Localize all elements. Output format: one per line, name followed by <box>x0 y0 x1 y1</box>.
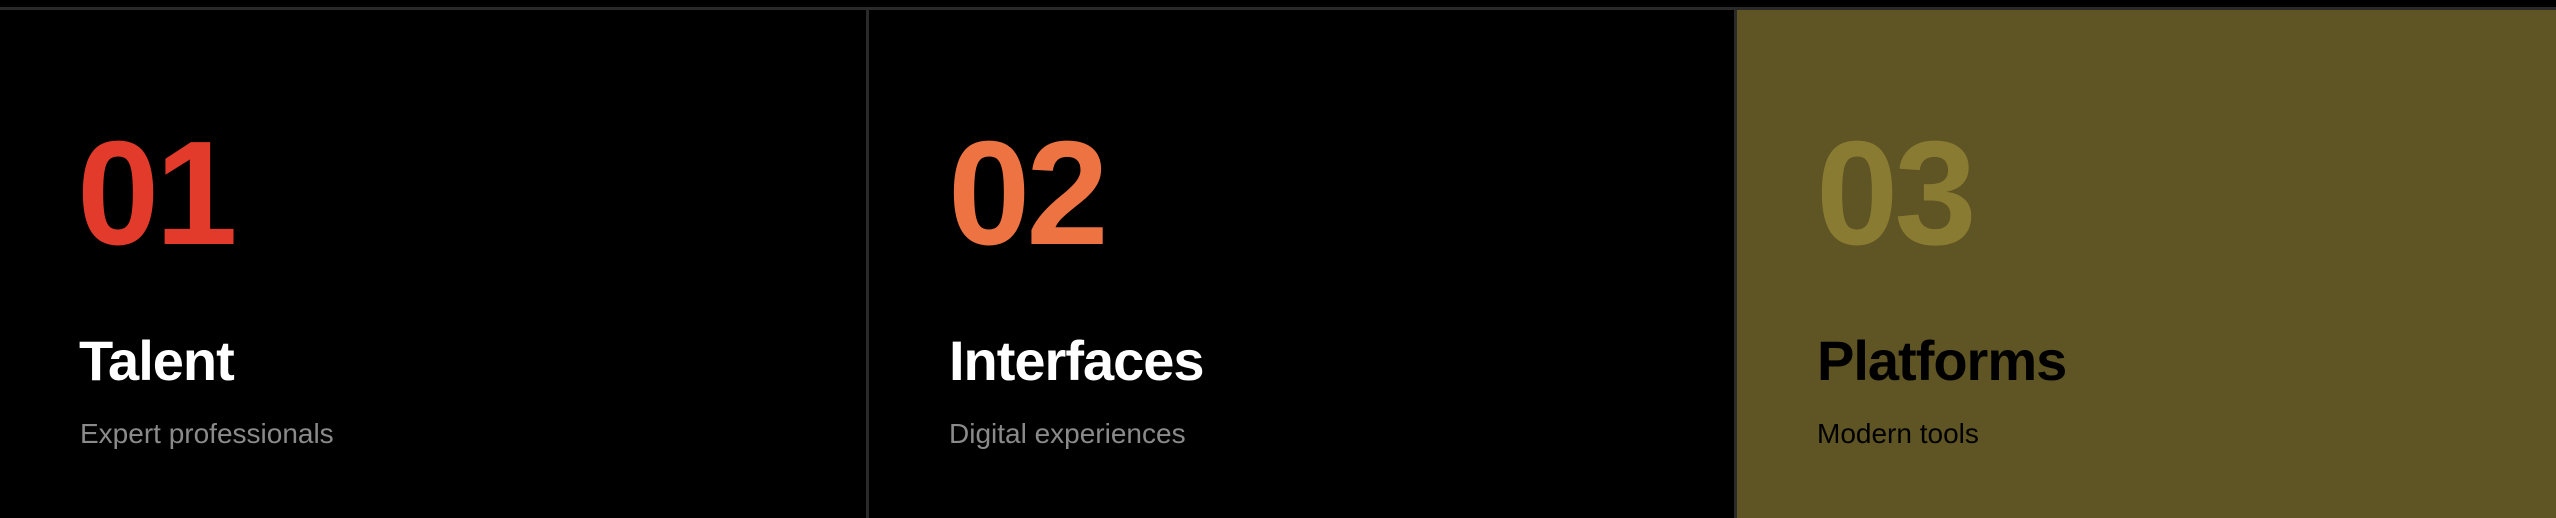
card-number: 02 <box>948 111 1109 276</box>
top-divider <box>0 0 2556 10</box>
card-title: Platforms <box>1817 329 2067 392</box>
card-talent[interactable]: 01 Talent Expert professionals <box>0 10 866 518</box>
card-number: 03 <box>1816 111 1977 276</box>
card-subtitle: Modern tools <box>1817 418 1979 449</box>
card-platforms[interactable]: 03 Platforms Modern tools <box>1734 10 2556 518</box>
card-number: 01 <box>77 111 238 276</box>
feature-cards: 01 Talent Expert professionals 02 Interf… <box>0 10 2556 518</box>
card-subtitle: Digital experiences <box>949 418 1186 449</box>
card-interfaces[interactable]: 02 Interfaces Digital experiences <box>866 10 1734 518</box>
card-title: Interfaces <box>949 329 1205 392</box>
card-subtitle: Expert professionals <box>80 418 334 449</box>
card-title: Talent <box>79 329 235 392</box>
